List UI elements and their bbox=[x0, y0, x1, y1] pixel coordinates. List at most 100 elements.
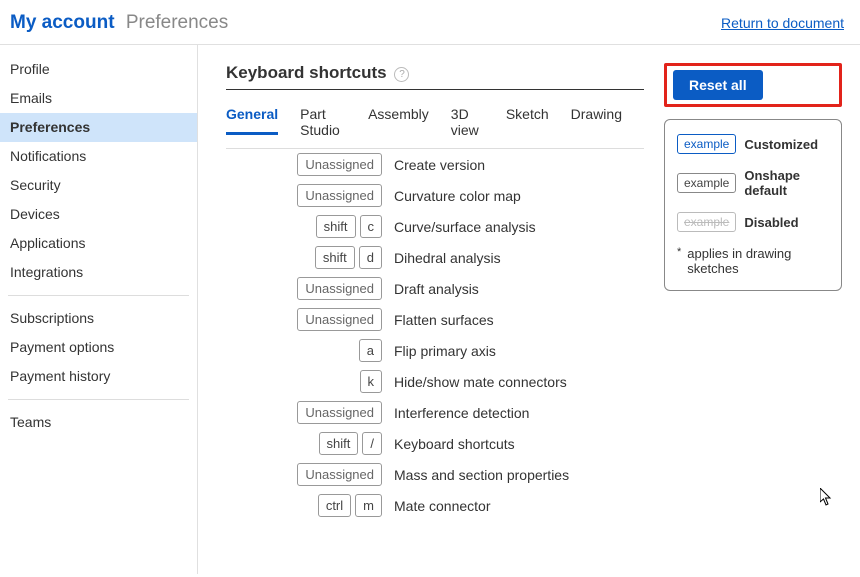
shortcut-keys: shift/ bbox=[232, 432, 382, 455]
shortcut-row[interactable]: shift/Keyboard shortcuts bbox=[226, 428, 644, 459]
key: d bbox=[359, 246, 382, 269]
tab-sketch[interactable]: Sketch bbox=[506, 100, 549, 132]
help-icon[interactable]: ? bbox=[394, 67, 409, 82]
key-unassigned: Unassigned bbox=[297, 308, 382, 331]
sidebar-item-payment-options[interactable]: Payment options bbox=[0, 333, 197, 362]
shortcut-label: Mass and section properties bbox=[394, 467, 638, 483]
shortcut-keys: a bbox=[232, 339, 382, 362]
sidebar-item-security[interactable]: Security bbox=[0, 171, 197, 200]
key: shift bbox=[319, 432, 359, 455]
key: shift bbox=[316, 215, 356, 238]
header: My account Preferences Return to documen… bbox=[0, 0, 860, 45]
return-to-document-link[interactable]: Return to document bbox=[721, 15, 844, 31]
breadcrumb-current: Preferences bbox=[126, 12, 228, 33]
tabs: General Part Studio Assembly 3D view Sketch D… bbox=[226, 100, 644, 149]
shortcut-keys: Unassigned bbox=[232, 277, 382, 300]
key: m bbox=[355, 494, 382, 517]
tab-general[interactable]: General bbox=[226, 100, 278, 135]
legend-customized: example Customized bbox=[677, 134, 829, 154]
sidebar-item-preferences[interactable]: Preferences bbox=[0, 113, 197, 142]
breadcrumb-root[interactable]: My account bbox=[10, 12, 115, 33]
shortcut-row[interactable]: Unassigned Draft analysis bbox=[226, 273, 644, 304]
shortcut-keys: Unassigned bbox=[232, 153, 382, 176]
tab-assembly[interactable]: Assembly bbox=[368, 100, 429, 132]
legend-example-customized: example bbox=[677, 134, 736, 154]
heading-row: Keyboard shortcuts ? bbox=[226, 63, 644, 90]
legend-default-label: Onshape default bbox=[744, 168, 829, 198]
sidebar-item-applications[interactable]: Applications bbox=[0, 229, 197, 258]
sidebar-divider bbox=[8, 295, 189, 296]
key-unassigned: Unassigned bbox=[297, 277, 382, 300]
legend-disabled-label: Disabled bbox=[744, 215, 798, 230]
shortcut-row[interactable]: Unassigned Curvature color map bbox=[226, 180, 644, 211]
shortcut-label: Create version bbox=[394, 157, 638, 173]
key-unassigned: Unassigned bbox=[297, 463, 382, 486]
sidebar-item-profile[interactable]: Profile bbox=[0, 55, 197, 84]
legend-example-disabled: example bbox=[677, 212, 736, 232]
sidebar-item-integrations[interactable]: Integrations bbox=[0, 258, 197, 287]
shortcut-keys: Unassigned bbox=[232, 463, 382, 486]
shortcut-row[interactable]: k Hide/show mate connectors bbox=[226, 366, 644, 397]
legend-customized-label: Customized bbox=[744, 137, 818, 152]
shortcut-keys: Unassigned bbox=[232, 401, 382, 424]
shortcut-keys: shiftd bbox=[232, 246, 382, 269]
legend-note-text: applies in drawing sketches bbox=[687, 246, 829, 276]
key-unassigned: Unassigned bbox=[297, 153, 382, 176]
shortcut-row[interactable]: Unassigned Interference detection bbox=[226, 397, 644, 428]
reset-highlight: Reset all bbox=[664, 63, 842, 107]
shortcut-label: Dihedral analysis bbox=[394, 250, 638, 266]
sidebar-item-emails[interactable]: Emails bbox=[0, 84, 197, 113]
breadcrumb: My account Preferences bbox=[10, 12, 228, 34]
sidebar-item-devices[interactable]: Devices bbox=[0, 200, 197, 229]
sidebar-item-notifications[interactable]: Notifications bbox=[0, 142, 197, 171]
sidebar-divider bbox=[8, 399, 189, 400]
sidebar: ProfileEmailsPreferencesNotificationsSec… bbox=[0, 45, 198, 574]
key: shift bbox=[315, 246, 355, 269]
main-content: Keyboard shortcuts ? General Part Studio A… bbox=[198, 45, 860, 574]
legend-note: * applies in drawing sketches bbox=[677, 246, 829, 276]
shortcut-label: Mate connector bbox=[394, 498, 638, 514]
key: / bbox=[362, 432, 382, 455]
key: c bbox=[360, 215, 383, 238]
legend-asterisk: * bbox=[677, 246, 681, 276]
sidebar-item-teams[interactable]: Teams bbox=[0, 408, 197, 437]
tab-part-studio[interactable]: Part Studio bbox=[300, 100, 346, 148]
shortcut-keys: k bbox=[232, 370, 382, 393]
shortcut-row[interactable]: ctrlm Mate connector bbox=[226, 490, 644, 521]
legend-example-default: example bbox=[677, 173, 736, 193]
shortcut-label: Draft analysis bbox=[394, 281, 638, 297]
shortcut-label: Hide/show mate connectors bbox=[394, 374, 638, 390]
key: ctrl bbox=[318, 494, 351, 517]
shortcut-row[interactable]: Unassigned Mass and section properties bbox=[226, 459, 644, 490]
shortcut-row[interactable]: a Flip primary axis bbox=[226, 335, 644, 366]
tab-drawing[interactable]: Drawing bbox=[571, 100, 622, 132]
reset-all-button[interactable]: Reset all bbox=[673, 70, 763, 100]
shortcut-keys: ctrlm bbox=[232, 494, 382, 517]
key-unassigned: Unassigned bbox=[297, 184, 382, 207]
shortcut-keys: shiftc bbox=[232, 215, 382, 238]
shortcut-label: Curve/surface analysis bbox=[394, 219, 638, 235]
shortcut-keys: Unassigned bbox=[232, 308, 382, 331]
legend-default: example Onshape default bbox=[677, 168, 829, 198]
sidebar-item-subscriptions[interactable]: Subscriptions bbox=[0, 304, 197, 333]
shortcut-row[interactable]: shiftc Curve/surface analysis bbox=[226, 211, 644, 242]
shortcut-label: Flip primary axis bbox=[394, 343, 638, 359]
shortcut-label: Curvature color map bbox=[394, 188, 638, 204]
key: a bbox=[359, 339, 382, 362]
shortcut-label: Keyboard shortcuts bbox=[394, 436, 638, 452]
shortcut-row[interactable]: Unassigned Flatten surfaces bbox=[226, 304, 644, 335]
tab-3d-view[interactable]: 3D view bbox=[451, 100, 484, 148]
shortcut-row[interactable]: shiftd Dihedral analysis bbox=[226, 242, 644, 273]
shortcut-keys: Unassigned bbox=[232, 184, 382, 207]
shortcut-label: Flatten surfaces bbox=[394, 312, 638, 328]
legend-disabled: example Disabled bbox=[677, 212, 829, 232]
shortcut-row[interactable]: Unassigned Create version bbox=[226, 149, 644, 180]
key-unassigned: Unassigned bbox=[297, 401, 382, 424]
shortcut-list[interactable]: Unassigned Create version Unassigned Curvat… bbox=[226, 149, 644, 549]
legend: example Customized example Onshape defau… bbox=[664, 119, 842, 291]
shortcut-label: Interference detection bbox=[394, 405, 638, 421]
right-column: Reset all example Customized example Ons… bbox=[664, 63, 842, 574]
sidebar-item-payment-history[interactable]: Payment history bbox=[0, 362, 197, 391]
page-title: Keyboard shortcuts bbox=[226, 63, 387, 82]
key: k bbox=[360, 370, 383, 393]
